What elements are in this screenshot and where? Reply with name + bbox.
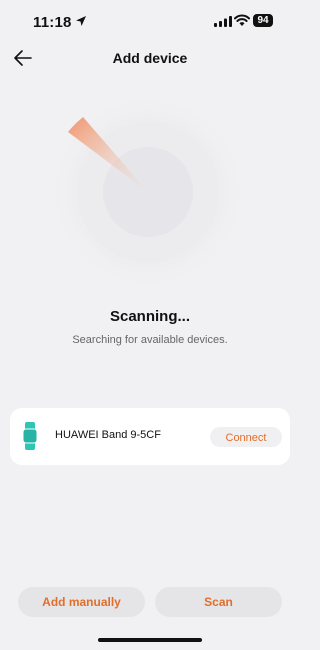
wifi-icon: [234, 14, 250, 26]
band-icon: [22, 422, 38, 450]
navigation-bar: Add device: [0, 44, 300, 74]
scanning-status: Scanning...: [109, 308, 190, 325]
add-manually-button[interactable]: Add manually: [18, 587, 145, 617]
connect-button[interactable]: Connect: [210, 427, 282, 447]
device-list-item[interactable]: HUAWEI Band 9-5CF Connect: [10, 408, 290, 465]
location-arrow-icon: [76, 16, 86, 26]
device-name: HUAWEI Band 9-5CF: [55, 429, 161, 441]
radar-scan-animation: [48, 92, 248, 292]
battery-indicator: 94: [253, 14, 273, 27]
page-title: Add device: [112, 50, 188, 66]
cellular-signal-icon: [214, 16, 232, 27]
home-indicator: [98, 638, 202, 642]
status-time: 11:18: [33, 14, 72, 31]
scan-button[interactable]: Scan: [155, 587, 282, 617]
scanning-subtitle: Searching for available devices.: [72, 334, 228, 346]
status-bar: 11:18 94: [0, 0, 300, 44]
